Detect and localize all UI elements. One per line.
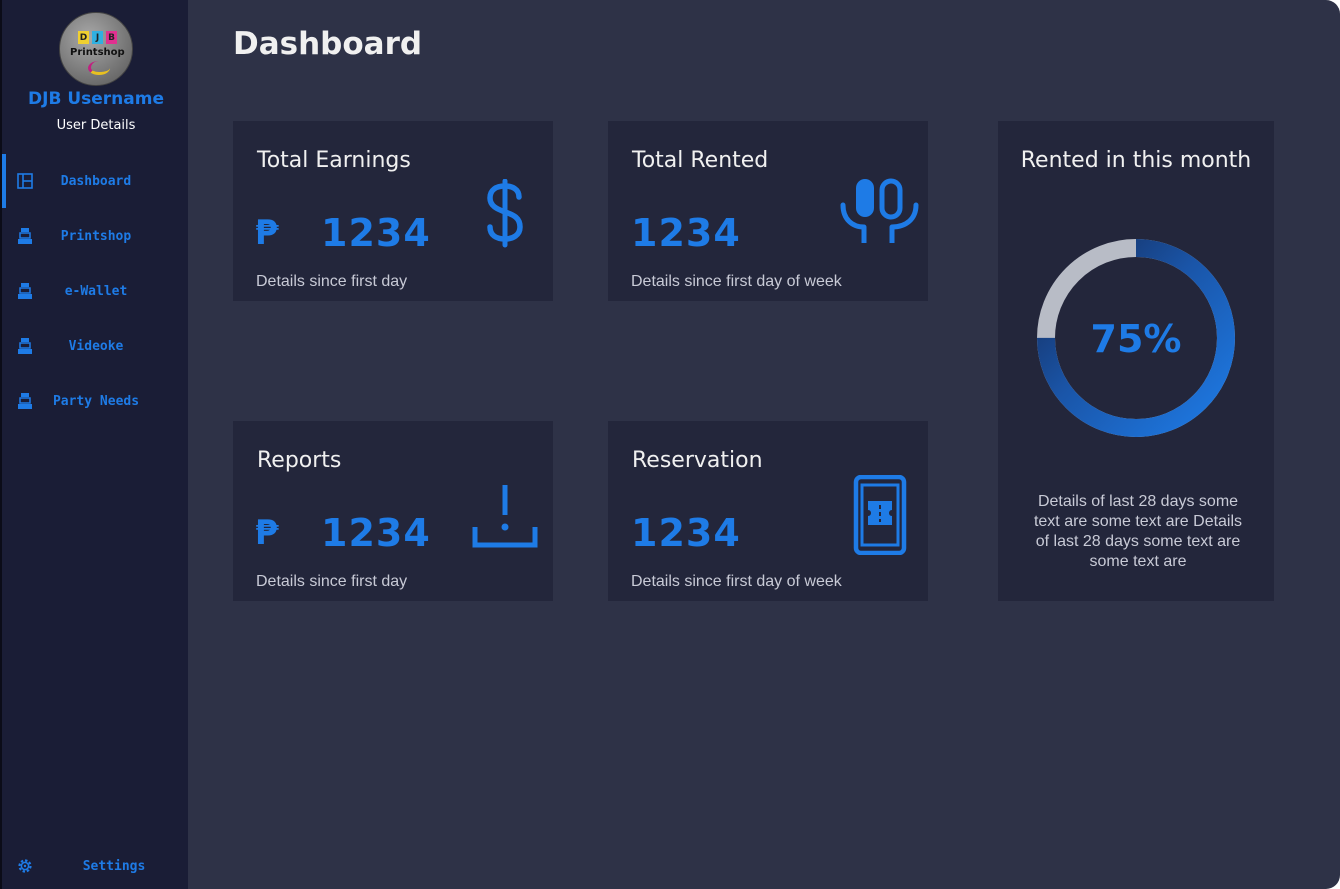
cash-register-icon xyxy=(18,393,32,409)
card-value: 1234 xyxy=(321,511,431,555)
username: DJB Username xyxy=(28,89,164,109)
card-title: Reservation xyxy=(632,448,763,473)
sidebar-item-label: Party Needs xyxy=(52,393,140,409)
app-window: D J B Printshop DJB Username User Detail… xyxy=(0,0,1340,889)
logo-swirl xyxy=(88,61,110,75)
card-reports[interactable]: Reports ₱ 1234 Details since first day xyxy=(233,421,553,601)
sidebar-item-dashboard[interactable]: Dashboard xyxy=(2,154,188,208)
card-rented-month[interactable]: Rented in this month 75% Details of last… xyxy=(998,121,1274,601)
sidebar-item-label: Dashboard xyxy=(60,173,132,189)
logo-letter-d: D xyxy=(78,31,89,44)
card-value: 1234 xyxy=(631,511,741,555)
sidebar-item-label: Settings xyxy=(82,858,146,874)
download-tray-icon xyxy=(472,485,538,548)
card-detail: Details since first day xyxy=(256,573,408,590)
card-title: Rented in this month xyxy=(1020,148,1252,173)
microphone-icon xyxy=(840,178,919,243)
cash-register-icon xyxy=(18,338,32,354)
sidebar-item-videoke[interactable]: Videoke xyxy=(2,319,188,373)
card-title: Total Rented xyxy=(632,148,769,173)
avatar[interactable]: D J B Printshop xyxy=(59,12,133,86)
logo-letters: D J B xyxy=(78,31,117,44)
sidebar-item-label: e-Wallet xyxy=(64,283,128,299)
card-total-earnings[interactable]: Total Earnings ₱ 1234 Details since firs… xyxy=(233,121,553,301)
card-detail: Details of last 28 days some text are so… xyxy=(1033,493,1243,570)
card-total-rented[interactable]: Total Rented 1234 Details since first da… xyxy=(608,121,928,301)
logo-letter-j: J xyxy=(92,31,103,44)
card-value: 1234 xyxy=(321,211,431,255)
sidebar-item-label: Printshop xyxy=(60,228,132,244)
page-title: Dashboard xyxy=(233,26,423,62)
card-title: Reports xyxy=(257,448,342,473)
cash-register-icon xyxy=(18,228,32,244)
sidebar-item-ewallet[interactable]: e-Wallet xyxy=(2,264,188,318)
dashboard-icon xyxy=(17,173,33,189)
sidebar: D J B Printshop DJB Username User Detail… xyxy=(0,0,188,889)
logo-letter-b: B xyxy=(106,31,117,44)
percent-label: 75% xyxy=(1090,317,1182,361)
card-detail: Details since first day of week xyxy=(631,273,842,290)
sidebar-item-label: Videoke xyxy=(68,338,124,354)
currency-symbol: ₱ xyxy=(255,213,279,253)
user-details-link[interactable]: User Details xyxy=(2,118,190,133)
currency-symbol: ₱ xyxy=(255,513,279,553)
gear-icon xyxy=(18,859,32,873)
card-value: 1234 xyxy=(631,211,741,255)
card-detail: Details since first day of week xyxy=(631,573,842,590)
card-reservation[interactable]: Reservation 1234 Details since first day… xyxy=(608,421,928,601)
card-title: Total Earnings xyxy=(257,148,411,173)
dollar-icon xyxy=(487,179,523,248)
logo-text: Printshop xyxy=(70,47,125,58)
sidebar-item-party-needs[interactable]: Party Needs xyxy=(2,374,188,428)
sidebar-item-printshop[interactable]: Printshop xyxy=(2,209,188,263)
phone-ticket-icon xyxy=(853,475,907,555)
sidebar-item-settings[interactable]: Settings xyxy=(2,839,188,889)
cash-register-icon xyxy=(18,283,32,299)
card-detail: Details since first day xyxy=(256,273,408,290)
